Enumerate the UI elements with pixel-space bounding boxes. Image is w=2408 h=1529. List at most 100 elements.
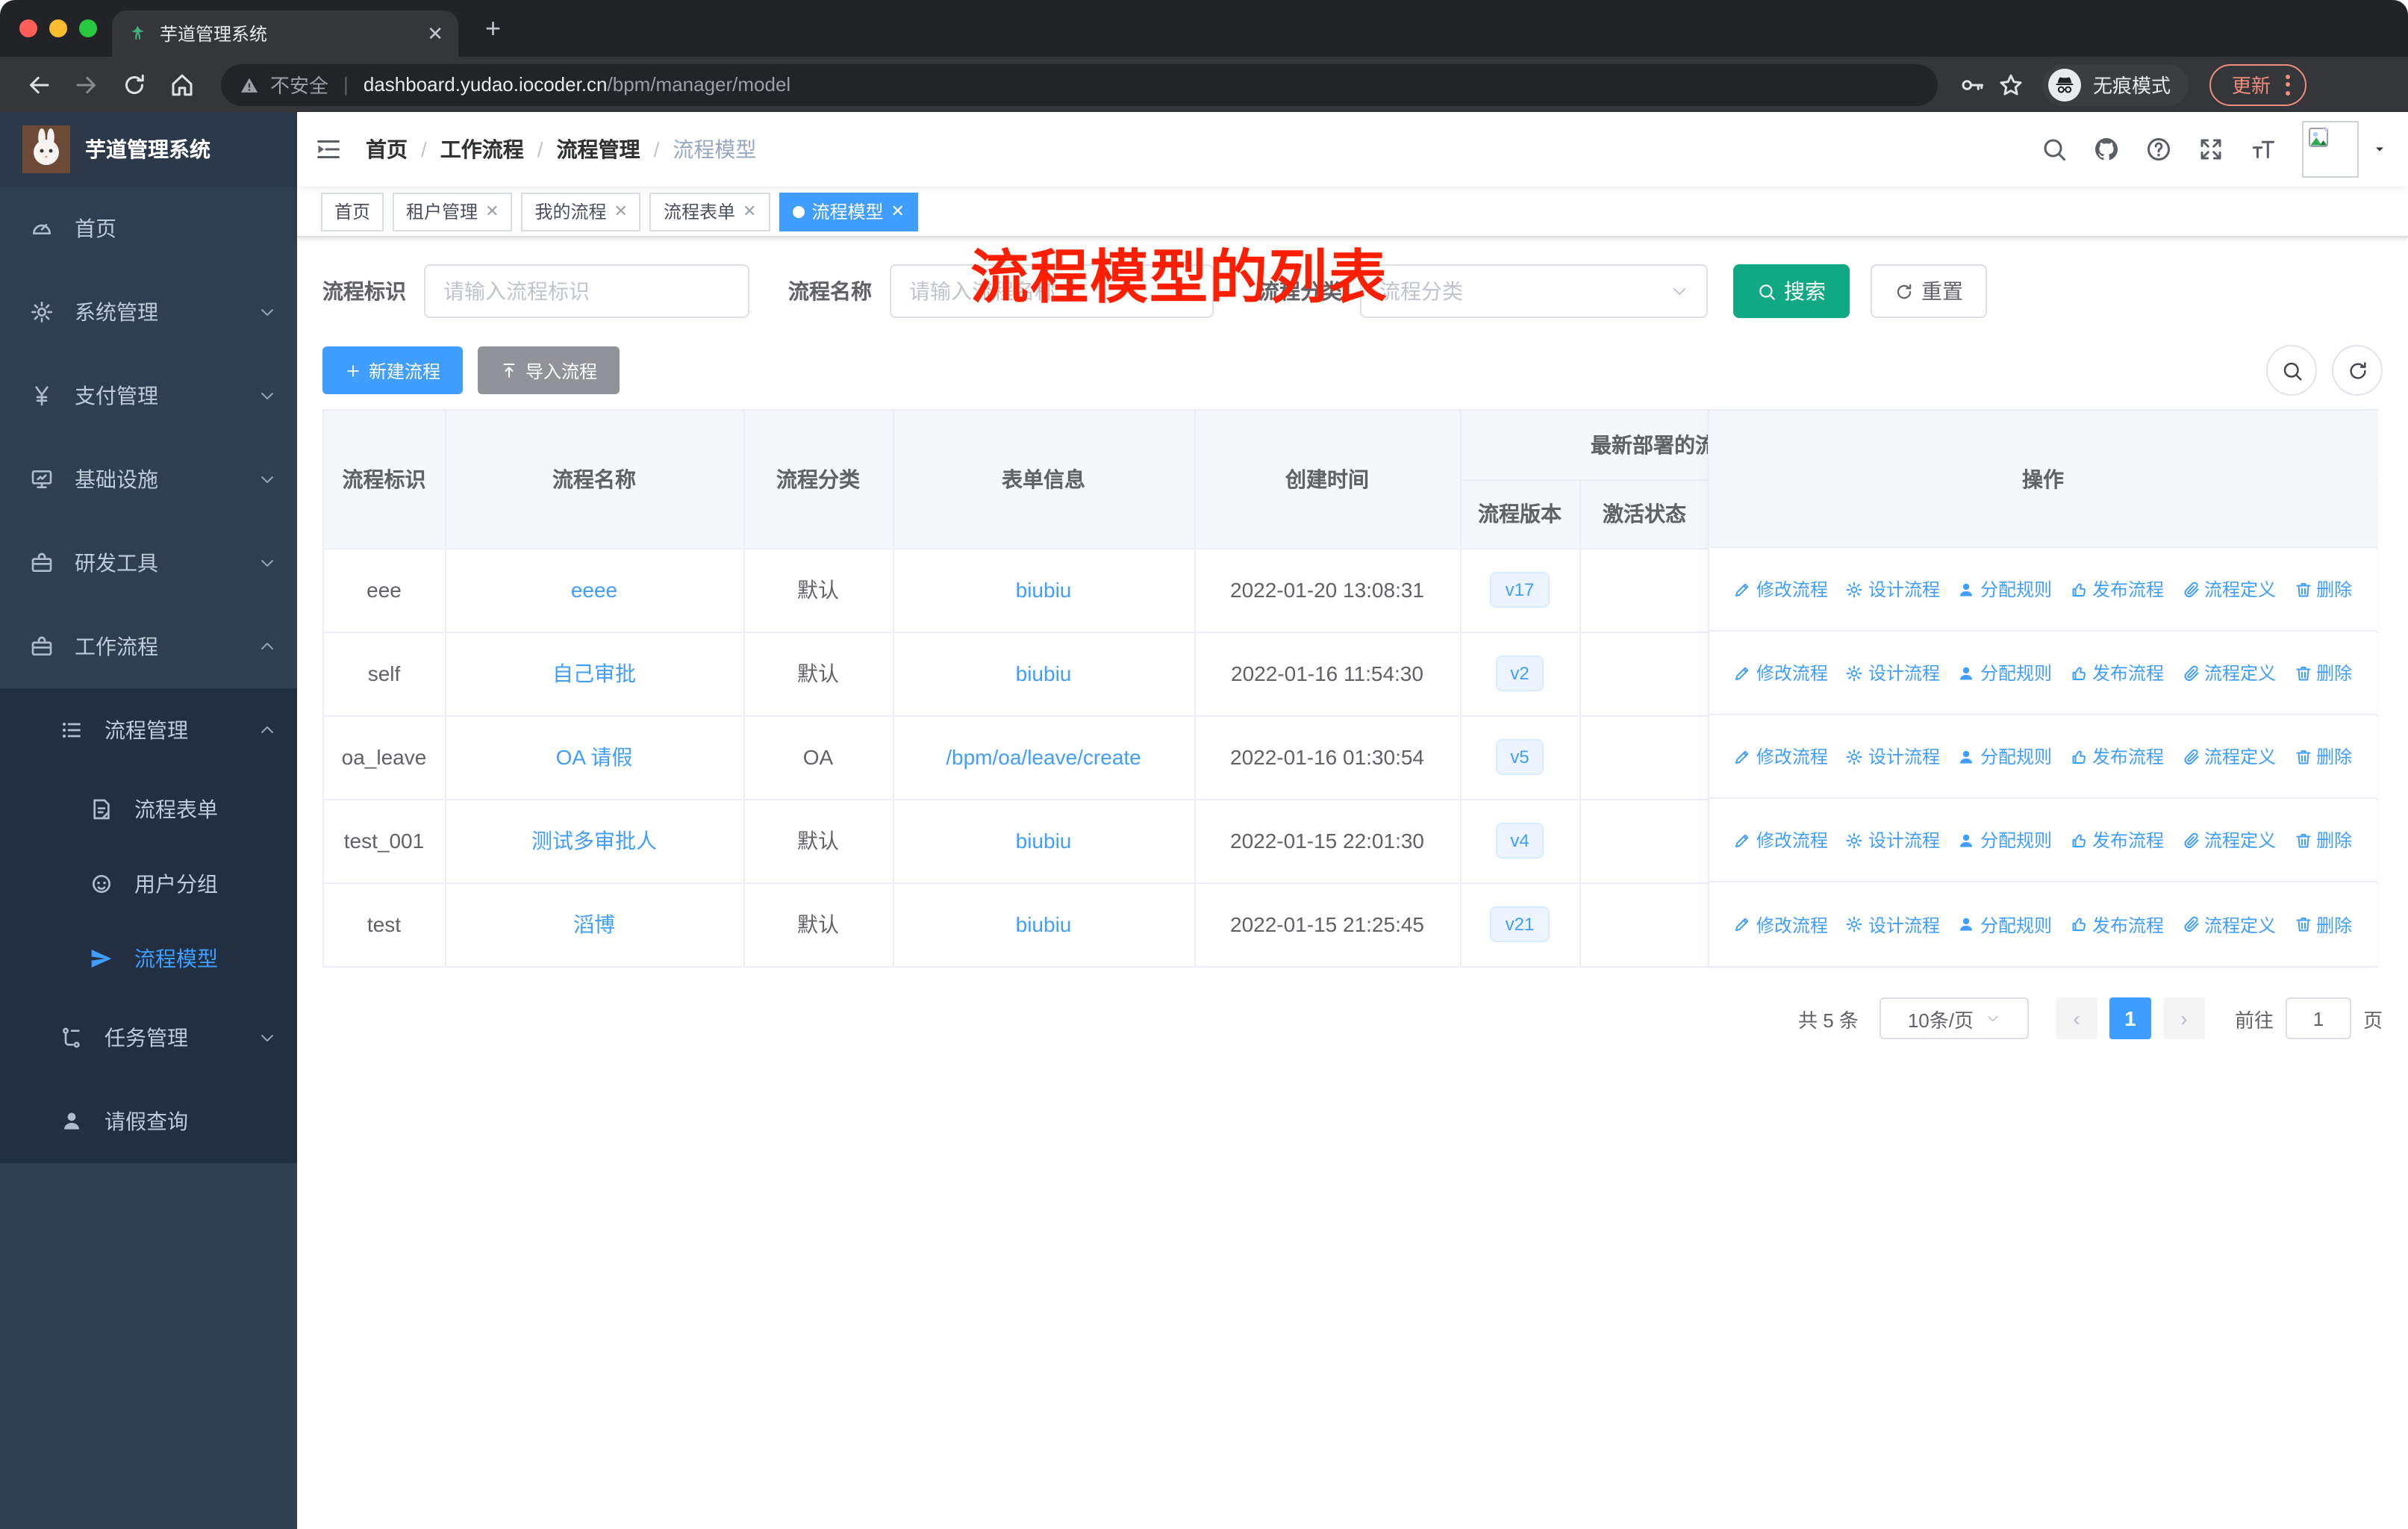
back-icon[interactable] [25, 71, 52, 98]
process-definition-link[interactable]: 流程定义 [2182, 912, 2276, 937]
address-bar[interactable]: 不安全 | dashboard.yudao.iocoder.cn/bpm/man… [221, 63, 1938, 105]
tag-close-icon[interactable]: ✕ [743, 202, 756, 221]
modify-process-link[interactable]: 修改流程 [1734, 660, 1828, 685]
sidebar-item-home[interactable]: 首页 [0, 187, 297, 270]
maximize-window-button[interactable] [79, 19, 97, 37]
delete-link[interactable]: 删除 [2294, 912, 2352, 937]
process-definition-link[interactable]: 流程定义 [2182, 660, 2276, 685]
search-button[interactable]: 搜索 [1733, 264, 1850, 318]
publish-process-link[interactable]: 发布流程 [2070, 827, 2164, 853]
process-definition-link[interactable]: 流程定义 [2182, 576, 2276, 602]
design-process-link[interactable]: 设计流程 [1846, 912, 1940, 937]
delete-link[interactable]: 删除 [2294, 744, 2352, 769]
sidebar-item-workflow[interactable]: 工作流程 [0, 605, 297, 688]
sidebar-item-user-group[interactable]: 用户分组 [0, 847, 297, 921]
process-definition-link[interactable]: 流程定义 [2182, 827, 2276, 853]
design-process-link[interactable]: 设计流程 [1846, 827, 1940, 853]
tab-close-icon[interactable]: ✕ [427, 22, 443, 46]
sidebar-item-leave-query[interactable]: 请假查询 [0, 1080, 297, 1163]
publish-process-link[interactable]: 发布流程 [2070, 744, 2164, 769]
help-icon[interactable] [2145, 136, 2172, 163]
home-icon[interactable] [169, 71, 196, 98]
minimize-window-button[interactable] [49, 19, 67, 37]
process-id-input[interactable] [424, 264, 749, 318]
assign-rule-link[interactable]: 分配规则 [1958, 576, 2052, 602]
process-name-link[interactable]: eeee [571, 578, 617, 602]
forward-icon[interactable] [73, 71, 100, 98]
fullscreen-icon[interactable] [2198, 136, 2224, 163]
publish-process-link[interactable]: 发布流程 [2070, 576, 2164, 602]
tag-home[interactable]: 首页 [321, 192, 384, 231]
reset-button[interactable]: 重置 [1871, 264, 1987, 318]
assign-rule-link[interactable]: 分配规则 [1958, 912, 2052, 937]
design-process-link[interactable]: 设计流程 [1846, 744, 1940, 769]
tag-tenant[interactable]: 租户管理 ✕ [393, 192, 513, 231]
form-info-link[interactable]: biubiu [1016, 578, 1072, 602]
process-name-link[interactable]: OA 请假 [556, 745, 633, 769]
menu-dots-icon[interactable] [2286, 74, 2291, 95]
delete-link[interactable]: 删除 [2294, 827, 2352, 853]
header-search-icon[interactable] [2041, 136, 2068, 163]
design-process-link[interactable]: 设计流程 [1846, 576, 1940, 602]
publish-process-link[interactable]: 发布流程 [2070, 660, 2164, 685]
new-tab-button[interactable]: + [485, 15, 501, 42]
process-name-link[interactable]: 测试多审批人 [531, 829, 657, 853]
breadcrumb-process-management[interactable]: 流程管理 [557, 134, 640, 164]
publish-process-link[interactable]: 发布流程 [2070, 912, 2164, 937]
delete-link[interactable]: 删除 [2294, 576, 2352, 602]
tag-process-model[interactable]: 流程模型 ✕ [779, 192, 918, 231]
modify-process-link[interactable]: 修改流程 [1734, 912, 1828, 937]
prev-page-button[interactable]: ‹ [2055, 997, 2097, 1039]
sidebar-item-process-management[interactable]: 流程管理 [0, 688, 297, 772]
modify-process-link[interactable]: 修改流程 [1734, 576, 1828, 602]
bookmark-star-icon[interactable] [1997, 71, 2024, 98]
browser-tab[interactable]: 芋道管理系统 ✕ [112, 10, 458, 57]
reload-icon[interactable] [121, 71, 148, 98]
process-category-select[interactable]: 流程分类 [1360, 264, 1708, 318]
process-definition-link[interactable]: 流程定义 [2182, 744, 2276, 769]
show-search-toggle-button[interactable] [2266, 345, 2317, 396]
tag-close-icon[interactable]: ✕ [890, 202, 904, 221]
avatar-caret-icon[interactable] [2372, 142, 2387, 157]
form-info-link[interactable]: biubiu [1016, 829, 1072, 853]
refresh-table-button[interactable] [2332, 345, 2383, 396]
new-process-button[interactable]: 新建流程 [322, 346, 464, 394]
sidebar-item-process-model[interactable]: 流程模型 [0, 921, 297, 996]
process-name-link[interactable]: 滔博 [573, 913, 615, 937]
tag-close-icon[interactable]: ✕ [614, 202, 628, 221]
tag-process-form[interactable]: 流程表单 ✕ [649, 192, 770, 231]
password-key-icon[interactable] [1959, 71, 1986, 98]
page-size-select[interactable]: 10条/页 [1879, 997, 2029, 1039]
design-process-link[interactable]: 设计流程 [1846, 660, 1940, 685]
form-info-link[interactable]: biubiu [1016, 913, 1072, 937]
form-info-link[interactable]: biubiu [1016, 661, 1072, 685]
sidebar-item-devtools[interactable]: 研发工具 [0, 521, 297, 605]
form-info-link[interactable]: /bpm/oa/leave/create [946, 745, 1141, 769]
delete-link[interactable]: 删除 [2294, 660, 2352, 685]
font-size-icon[interactable] [2250, 136, 2277, 163]
sidebar-item-task-management[interactable]: 任务管理 [0, 996, 297, 1080]
modify-process-link[interactable]: 修改流程 [1734, 827, 1828, 853]
assign-rule-link[interactable]: 分配规则 [1958, 660, 2052, 685]
sidebar-item-payment[interactable]: 支付管理 [0, 354, 297, 437]
chrome-update-button[interactable]: 更新 [2209, 63, 2307, 105]
goto-page-input[interactable] [2285, 997, 2351, 1039]
hamburger-collapse-icon[interactable] [315, 136, 342, 163]
avatar[interactable] [2302, 121, 2359, 178]
sidebar-item-system[interactable]: 系统管理 [0, 270, 297, 354]
import-process-button[interactable]: 导入流程 [478, 346, 620, 394]
sidebar-item-infrastructure[interactable]: 基础设施 [0, 437, 297, 521]
tag-my-process[interactable]: 我的流程 ✕ [521, 192, 641, 231]
github-icon[interactable] [2093, 136, 2120, 163]
breadcrumb-home[interactable]: 首页 [366, 134, 408, 164]
assign-rule-link[interactable]: 分配规则 [1958, 827, 2052, 853]
modify-process-link[interactable]: 修改流程 [1734, 744, 1828, 769]
sidebar-logo[interactable]: 芋道管理系统 [0, 112, 297, 187]
sidebar-item-process-form[interactable]: 流程表单 [0, 772, 297, 847]
page-1-button[interactable]: 1 [2109, 997, 2151, 1039]
next-page-button[interactable]: › [2162, 997, 2205, 1039]
process-name-link[interactable]: 自己审批 [552, 661, 636, 685]
assign-rule-link[interactable]: 分配规则 [1958, 744, 2052, 769]
breadcrumb-workflow[interactable]: 工作流程 [440, 134, 524, 164]
not-secure-warning-icon[interactable] [239, 74, 260, 95]
